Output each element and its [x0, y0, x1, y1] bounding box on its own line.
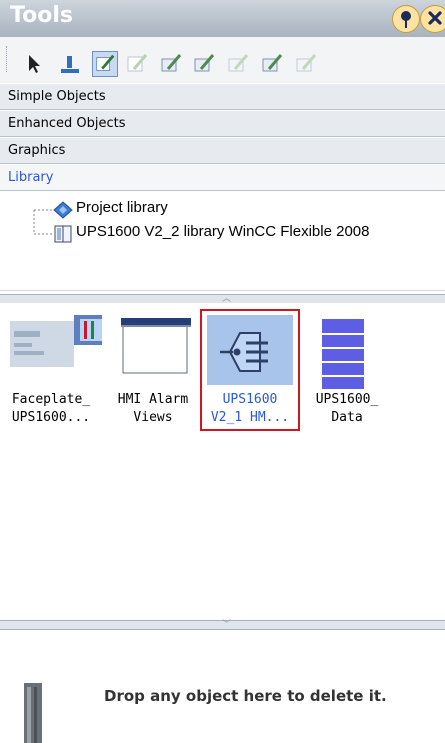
splitter-grip: ﹀ [222, 620, 232, 630]
label-line: V2_1 HM... [210, 410, 290, 425]
library-tag-icon [207, 315, 293, 385]
pin-button[interactable] [392, 5, 420, 33]
section-label: Simple Objects [8, 89, 106, 104]
panel-titlebar: Tools [0, 0, 445, 37]
library-item-label: Faceplate_ UPS1600... [0, 391, 102, 427]
section-simple-objects[interactable]: Simple Objects [0, 84, 445, 110]
drop-zone-text: Drop any object here to delete it. [104, 687, 387, 705]
edit-tool-icon[interactable] [158, 51, 184, 77]
pin-icon [401, 11, 411, 28]
tree-item-project-library[interactable]: Project library [76, 198, 168, 218]
edit-tool-icon[interactable] [259, 51, 285, 77]
toolbar-grip[interactable] [6, 46, 9, 72]
library-item-ups1600-hmi[interactable]: UPS1600 V2_1 HM... [200, 309, 300, 431]
alarm-view-icon [121, 318, 191, 374]
label-line: Faceplate_ [11, 392, 91, 407]
bottom-splitter[interactable]: ﹀ [0, 620, 445, 630]
label-line: UPS1600... [11, 410, 91, 425]
edit-tool-icon[interactable] [191, 51, 217, 77]
panel-title: Tools [10, 3, 73, 28]
project-library-icon [53, 201, 73, 219]
library-item-ups1600-data[interactable]: UPS1600_ Data [296, 307, 398, 431]
delete-drop-zone[interactable]: Drop any object here to delete it. [0, 631, 445, 743]
library-tree: Project library UPS1600 V2_2 library Win… [0, 192, 445, 291]
section-library[interactable]: Library [0, 165, 445, 191]
library-item-label: UPS1600 V2_1 HM... [202, 391, 298, 427]
faceplate-icon [10, 315, 102, 367]
close-button[interactable] [420, 5, 445, 33]
label-line: HMI Alarm [117, 392, 189, 407]
label-line: UPS1600_ [315, 392, 379, 407]
edit-faded-icon[interactable] [293, 51, 319, 77]
library-item-hmi-alarm-views[interactable]: HMI Alarm Views [102, 307, 204, 431]
data-block-icon [322, 319, 364, 389]
label-line: Data [331, 410, 363, 425]
section-graphics[interactable]: Graphics [0, 138, 445, 164]
section-label: Graphics [8, 143, 66, 158]
library-tool-icon[interactable] [57, 51, 83, 77]
close-icon [428, 11, 442, 25]
section-label: Library [8, 170, 54, 185]
library-book-icon [54, 225, 72, 243]
splitter-grip: ︿ [222, 294, 232, 304]
tree-item-ups1600-library[interactable]: UPS1600 V2_2 library WinCC Flexible 2008 [76, 222, 369, 242]
library-item-faceplate[interactable]: Faceplate_ UPS1600... [0, 307, 102, 431]
edit-faded-icon[interactable] [124, 51, 150, 77]
edit-tool-icon[interactable] [92, 51, 118, 77]
trash-bin-icon [24, 683, 42, 743]
library-item-label: UPS1600_ Data [296, 391, 398, 427]
section-label: Enhanced Objects [8, 116, 126, 131]
arrow-cursor-icon[interactable] [22, 51, 48, 77]
library-item-label: HMI Alarm Views [102, 391, 204, 427]
section-enhanced-objects[interactable]: Enhanced Objects [0, 111, 445, 137]
label-line: Views [133, 410, 173, 425]
label-line: UPS1600 [222, 392, 278, 407]
edit-faded-icon[interactable] [225, 51, 251, 77]
